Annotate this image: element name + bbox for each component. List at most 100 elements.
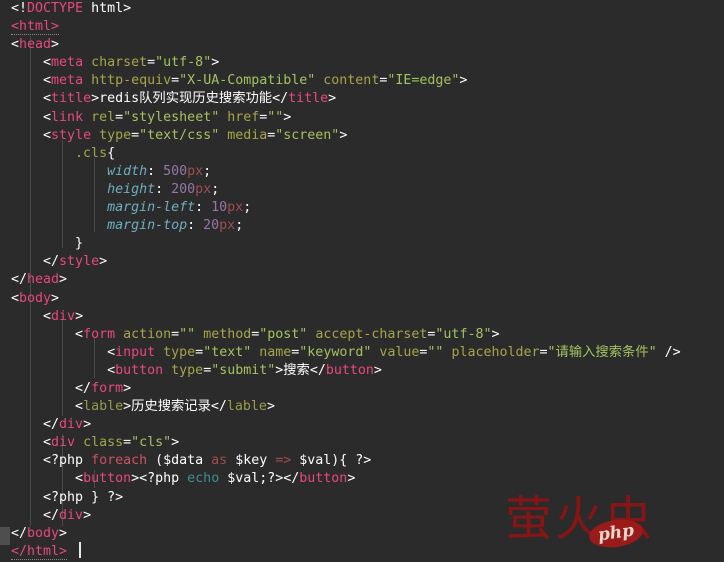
token-pl: ; (211, 181, 220, 197)
code-line[interactable]: </form> (11, 380, 681, 398)
code-editor[interactable]: <!DOCTYPE html> <html> <head> <meta charse… (0, 0, 724, 562)
token-pl: > (59, 272, 68, 288)
token-pl: > (123, 380, 132, 396)
token-str: "utf-8" (435, 326, 492, 342)
code-line[interactable]: <html> (11, 18, 681, 36)
token-tag: style (59, 254, 100, 270)
token-pl: = (539, 344, 548, 360)
token-attr: rel (91, 109, 116, 125)
code-line[interactable]: </div> (11, 416, 681, 434)
token-str: "text/css" (139, 127, 220, 143)
code-line[interactable]: </style> (11, 253, 681, 271)
token-tag: button (299, 471, 348, 487)
token-str: "" (267, 109, 284, 125)
token-tag: button (115, 362, 164, 378)
token-pl: { (107, 145, 116, 161)
token-unit: px (187, 163, 204, 179)
token-tag: style (51, 127, 92, 143)
code-line[interactable]: margin-top: 20px; (11, 217, 681, 235)
token-pl: <! (11, 1, 28, 16)
code-line[interactable]: } (11, 235, 681, 253)
token-pl: /> (656, 344, 681, 360)
code-content[interactable]: <!DOCTYPE html> <html> <head> <meta charse… (11, 0, 681, 561)
code-line[interactable]: <div> (11, 308, 681, 326)
code-line[interactable]: <button><?php echo $val;?></button> (11, 470, 681, 488)
token-pl: > (99, 254, 108, 270)
token-pl: </ (11, 272, 28, 288)
token-tag: div (51, 308, 76, 324)
code-line[interactable]: <div class="cls"> (11, 434, 681, 452)
token-pl: > (123, 399, 132, 415)
token-pl: > (459, 73, 468, 89)
token-attr: action (123, 326, 172, 342)
code-line[interactable]: <lable>历史搜索记录</lable> (11, 398, 681, 416)
code-line[interactable]: .cls{ (11, 145, 681, 163)
token-kw: foreach (91, 453, 148, 469)
token-text: redis队列实现历史搜索功能 (99, 91, 273, 107)
token-pl: > (347, 471, 356, 487)
code-line[interactable]: height: 200px; (11, 181, 681, 199)
token-pl: ; (203, 163, 212, 179)
code-line[interactable]: </div> (11, 507, 681, 525)
code-line[interactable]: <button type="submit">搜索</button> (11, 362, 681, 380)
token-pl: : (155, 181, 172, 197)
code-line[interactable]: <input type="text" name="keyword" value=… (11, 344, 681, 362)
code-line[interactable]: <form action="" method="post" accept-cha… (11, 326, 681, 344)
code-line[interactable]: <title>redis队列实现历史搜索功能</title> (11, 90, 681, 108)
code-line[interactable]: <?php } ?> (11, 489, 681, 507)
code-line[interactable]: <!DOCTYPE html> (11, 0, 681, 18)
code-line[interactable]: width: 500px; (11, 163, 681, 181)
token-pl: < (11, 37, 20, 53)
token-attr: name (259, 344, 292, 360)
code-line[interactable]: </body> (11, 525, 681, 543)
token-pl: > (339, 127, 348, 143)
token-attr: accept-charset (315, 326, 428, 342)
token-pl: < (75, 471, 84, 487)
code-line[interactable]: <?php foreach ($data as $key => $val){ ?… (11, 452, 681, 470)
token-pl: </ (43, 254, 60, 270)
code-line[interactable]: <head> (11, 36, 681, 54)
code-line[interactable]: </head> (11, 271, 681, 289)
token-tag: meta (51, 55, 84, 71)
token-pl: < (107, 344, 116, 360)
token-pl: > (51, 290, 60, 306)
token-str: "" (427, 344, 444, 360)
code-line[interactable]: <body> (11, 290, 681, 308)
code-line[interactable]: <meta charset="utf-8"> (11, 54, 681, 72)
token-pl: > (171, 435, 180, 451)
token-pl: = (171, 73, 180, 89)
token-pl: < (11, 290, 20, 306)
token-str: "text" (203, 344, 252, 360)
token-tag: div (59, 507, 84, 523)
token-pl: : (195, 200, 212, 216)
token-pl: < (43, 109, 52, 125)
code-line[interactable]: margin-left: 10px; (11, 199, 681, 217)
token-pl: = (147, 55, 156, 71)
token-pl: : (187, 218, 204, 234)
token-echo: echo (187, 471, 220, 487)
token-attr: type (163, 344, 196, 360)
code-line[interactable]: <style type="text/css" media="screen"> (11, 127, 681, 145)
token-attr: charset (91, 55, 148, 71)
code-line[interactable]: <meta http-equiv="X-UA-Compatible" conte… (11, 72, 681, 90)
token-tag: title (288, 91, 329, 107)
code-line[interactable]: </html> (11, 543, 681, 561)
token-sel: .cls (75, 145, 108, 161)
token-pl: > (266, 399, 275, 415)
token-pl: </ (75, 380, 92, 396)
token-var: ($data (147, 453, 212, 469)
token-attr: http-equiv (91, 73, 172, 89)
code-line[interactable]: <link rel="stylesheet" href=""> (11, 109, 681, 127)
